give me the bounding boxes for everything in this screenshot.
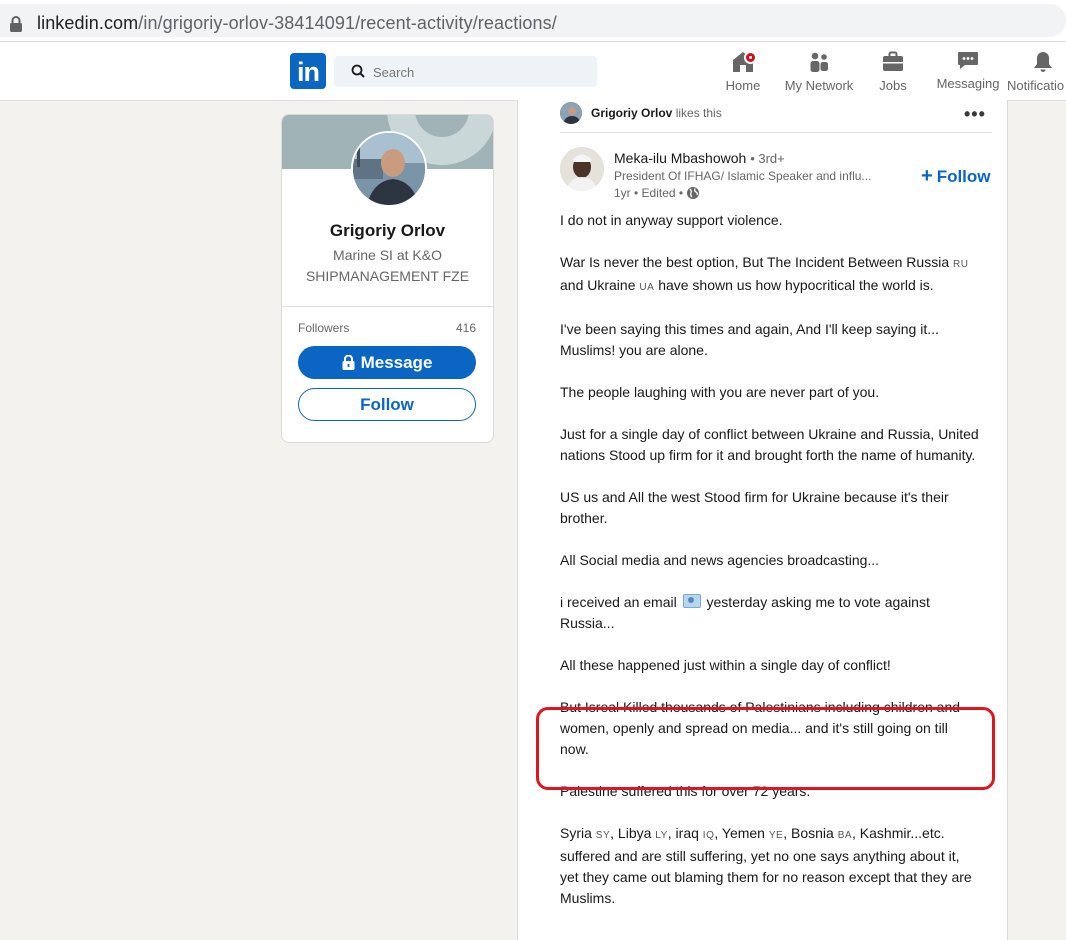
search-bar[interactable] — [334, 56, 597, 87]
followers-label: Followers — [298, 321, 350, 335]
follow-author-label: Follow — [936, 167, 991, 186]
nav-my-network[interactable]: My Network — [783, 50, 855, 98]
post-paragraph: Syria SY, Libya LY, iraq IQ, Yemen YE, B… — [560, 825, 972, 906]
linkedin-logo[interactable]: in — [290, 53, 326, 89]
post-paragraph: US us and All the west Stood firm for Uk… — [560, 489, 949, 526]
nav-home[interactable]: Home — [725, 50, 761, 98]
author-avatar[interactable] — [560, 147, 604, 191]
profile-title: Marine SI at K&O SHIPMANAGEMENT FZE — [305, 247, 470, 284]
actor-photo — [560, 102, 582, 124]
post-paragraph: Just for a single day of conflict betwee… — [560, 426, 979, 463]
author-photo — [560, 147, 604, 191]
followers-count: 416 — [455, 321, 476, 335]
message-button-label: Message — [360, 352, 433, 372]
author-name[interactable]: Meka-ilu Mbashowoh — [614, 150, 746, 166]
url-text: linkedin.com/in/grigoriy-orlov-38414091/… — [37, 13, 557, 33]
activity-text: likes this — [675, 106, 722, 120]
post-divider — [560, 132, 992, 133]
post-paragraph: War Is never the best option, But The In… — [560, 254, 969, 293]
post-paragraph: i received an email yesterday asking me … — [560, 594, 930, 631]
nav-jobs[interactable]: Jobs — [876, 50, 910, 98]
flag-ua: UA — [639, 282, 655, 293]
follow-profile-button[interactable]: Follow — [298, 388, 476, 421]
activity-actor[interactable]: Grigoriy Orlov — [591, 106, 672, 120]
briefcase-icon — [883, 51, 903, 71]
nav-messaging-label: Messaging — [936, 76, 1000, 91]
people-icon — [810, 52, 828, 72]
post-paragraph: All these happened just within a single … — [560, 657, 891, 673]
activity-avatar[interactable] — [560, 102, 582, 124]
bell-icon — [1034, 52, 1052, 72]
profile-photo — [353, 133, 425, 205]
lock-icon — [342, 355, 355, 370]
messaging-icon — [958, 52, 978, 69]
lock-icon — [10, 16, 22, 32]
profile-name[interactable]: Grigoriy Orlov — [282, 221, 493, 241]
feed-post: Grigoriy Orlov likes this ••• Meka-ilu M… — [517, 100, 1008, 940]
nav-notifications-label: Notificatio — [1007, 78, 1065, 93]
profile-avatar[interactable] — [351, 131, 427, 207]
search-icon — [351, 64, 365, 78]
author-name-line: Meka-ilu Mbashowoh • 3rd+ — [614, 150, 785, 166]
notification-badge — [744, 51, 757, 64]
nav-notifications[interactable]: Notificatio — [1007, 50, 1066, 98]
email-icon — [682, 594, 701, 608]
nav-messaging[interactable]: Messaging — [936, 48, 1000, 96]
globe-icon — [687, 187, 700, 199]
flag-ru: RU — [953, 259, 969, 270]
author-degree: • 3rd+ — [750, 151, 785, 166]
post-timestamp: 1yr • Edited • — [614, 186, 700, 200]
activity-header: Grigoriy Orlov likes this — [591, 106, 722, 120]
browser-address-bar: linkedin.com/in/grigoriy-orlov-38414091/… — [0, 0, 1066, 42]
plus-icon: + — [921, 165, 933, 187]
post-paragraph: I do not in anyway support violence. — [560, 212, 783, 228]
card-divider — [282, 306, 493, 307]
profile-card: Grigoriy Orlov Marine SI at K&O SHIPMANA… — [281, 114, 494, 443]
post-paragraph: All Social media and news agencies broad… — [560, 552, 880, 568]
nav-home-label: Home — [725, 78, 761, 93]
timestamp-text: 1yr • Edited • — [614, 186, 684, 200]
search-input[interactable] — [371, 60, 585, 84]
nav-jobs-label: Jobs — [879, 78, 907, 93]
more-options-icon[interactable]: ••• — [964, 104, 986, 125]
post-paragraph: The people laughing with you are never p… — [560, 384, 880, 400]
post-paragraph: I've been saying this times and again, A… — [560, 321, 939, 358]
top-navigation: in Home My Network Jobs — [0, 42, 1066, 101]
author-headline: President Of IFHAG/ Islamic Speaker and … — [614, 169, 872, 183]
red-highlight-box — [536, 707, 995, 790]
nav-my-network-label: My Network — [784, 78, 854, 93]
url-field[interactable]: linkedin.com/in/grigoriy-orlov-38414091/… — [0, 4, 1066, 37]
post-body: I do not in anyway support violence. War… — [560, 210, 980, 930]
message-button[interactable]: Message — [298, 346, 476, 379]
follow-author-button[interactable]: + Follow — [921, 165, 991, 188]
